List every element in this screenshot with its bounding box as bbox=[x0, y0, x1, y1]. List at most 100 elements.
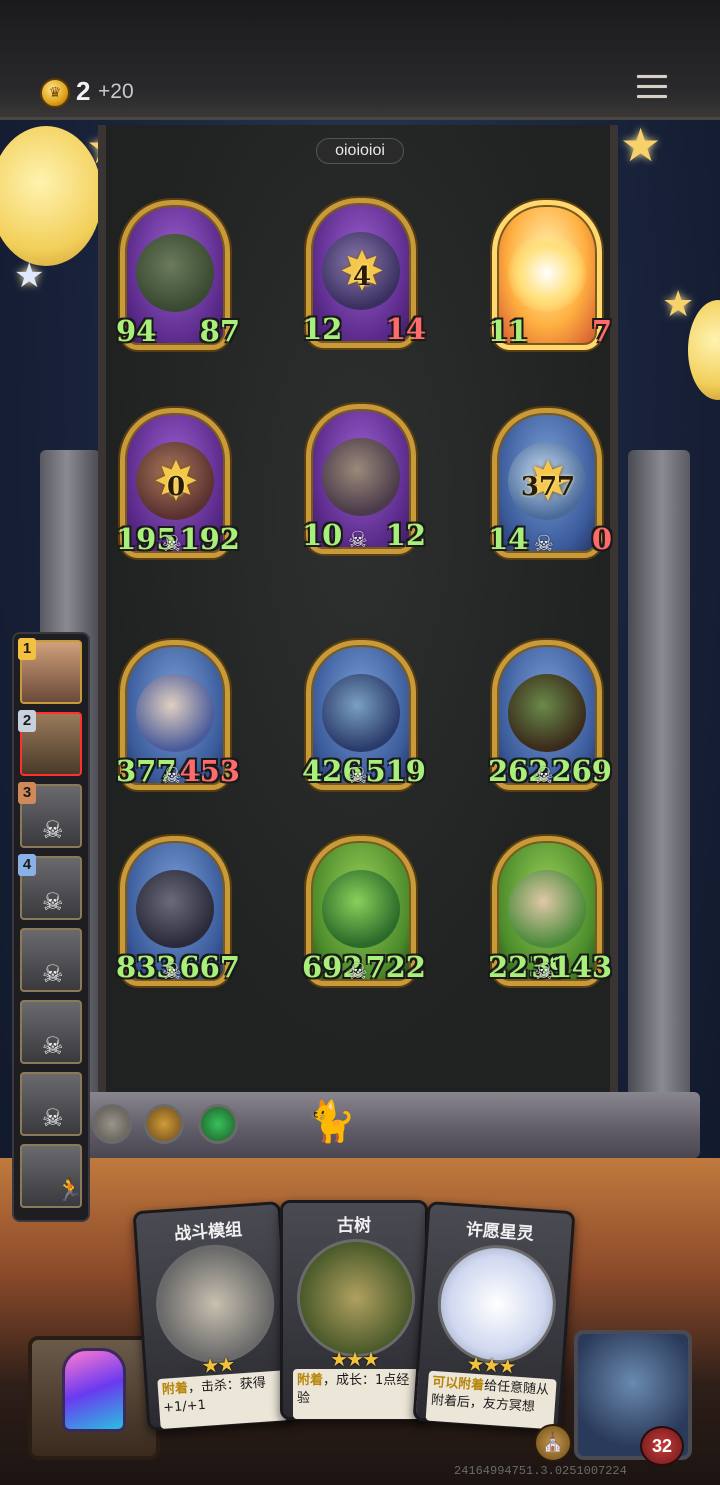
keyword: 附着 bbox=[161, 1381, 189, 1398]
player-slot[interactable]: ☠ bbox=[20, 1000, 82, 1064]
hand-card[interactable]: 古树 ★★★ 附着，成长：1点经验 bbox=[280, 1200, 428, 1420]
crown-coin-icon: ♛ bbox=[40, 78, 70, 108]
unit-portrait bbox=[322, 438, 400, 516]
unit-card-sprout-girl[interactable]: 2239 3143 ☠ bbox=[486, 836, 612, 996]
deathrattle-skull-icon: ☠ bbox=[348, 528, 368, 553]
unit-health: 0 bbox=[591, 522, 612, 556]
hand-card-description: 可以附着给任意随从附着后，友方冥想 bbox=[425, 1370, 557, 1430]
runner-icon: 🏃 bbox=[56, 1178, 84, 1203]
deathrattle-skull-icon: ☠ bbox=[534, 532, 554, 557]
unit-card-dryad[interactable]: 692 722 ☠ bbox=[300, 836, 426, 996]
player-slot[interactable]: 2 bbox=[18, 710, 82, 776]
star-decoration: ★ bbox=[14, 256, 45, 296]
unit-card-zeppelin[interactable]: 10 12 ☠ bbox=[300, 404, 426, 564]
unit-card-wolf-beast[interactable]: ✸ 4 12 14 bbox=[300, 198, 426, 358]
skull-icon: ☠ bbox=[42, 1104, 64, 1132]
deathrattle-skull-icon: ☠ bbox=[348, 764, 368, 789]
build-id: 24164994751.3.0251007224 bbox=[454, 1464, 627, 1478]
green-gem-icon bbox=[198, 1104, 238, 1144]
unit-health: 14 bbox=[385, 312, 426, 346]
unit-card-goblin[interactable]: 262 269 ☠ bbox=[486, 640, 612, 800]
star-decoration: ★ bbox=[662, 284, 695, 325]
unit-health: 269 bbox=[551, 754, 612, 788]
cat-icon: 🐈 bbox=[306, 1099, 356, 1145]
unit-portrait bbox=[508, 674, 586, 752]
hand-card-description: 附着，成长：1点经验 bbox=[293, 1369, 421, 1419]
unit-health: 12 bbox=[385, 518, 426, 552]
unit-portrait bbox=[508, 234, 586, 312]
unit-health: 519 bbox=[365, 754, 426, 788]
star-decoration: ★ bbox=[620, 118, 662, 172]
hand-card-title: 战斗模组 bbox=[173, 1219, 243, 1245]
player-slot[interactable]: ☠ bbox=[20, 928, 82, 992]
hand-card-title: 古树 bbox=[337, 1216, 371, 1236]
coin-count: 2 bbox=[76, 76, 91, 106]
player-rank: 3 bbox=[18, 782, 36, 804]
skull-icon: ☠ bbox=[42, 960, 64, 988]
deathrattle-skull-icon: ☠ bbox=[162, 764, 182, 789]
unit-health: 87 bbox=[199, 314, 240, 348]
gear-token-icon bbox=[92, 1104, 132, 1144]
unit-health: 453 bbox=[179, 754, 240, 788]
unit-counter: 4 bbox=[352, 262, 372, 292]
tier-stars-icon: ★★★ bbox=[330, 1347, 380, 1371]
hand-card-art bbox=[152, 1240, 279, 1367]
deathrattle-skull-icon: ☠ bbox=[348, 960, 368, 985]
keyword: 可以附着 bbox=[431, 1374, 485, 1394]
deathrattle-skull-icon: ☠ bbox=[162, 532, 182, 557]
unit-health: 667 bbox=[179, 950, 240, 984]
unit-attack: 10 bbox=[302, 518, 343, 552]
deathrattle-skull-icon: ☠ bbox=[534, 960, 554, 985]
unit-health: 192 bbox=[179, 522, 240, 556]
hero-health: 32 bbox=[640, 1426, 684, 1466]
hand-card-art bbox=[433, 1241, 560, 1368]
unit-attack: 14 bbox=[488, 522, 529, 556]
unit-counter: 0 bbox=[166, 472, 186, 502]
unit-card-wizard[interactable]: 377 453 ☠ bbox=[114, 640, 240, 800]
unit-portrait bbox=[322, 674, 400, 752]
right-pillar bbox=[628, 450, 690, 1140]
player-rank: 2 bbox=[18, 710, 36, 732]
player-slot[interactable]: ☠ bbox=[20, 1072, 82, 1136]
unit-attack: 12 bbox=[302, 312, 343, 346]
hand-card-description: 附着，击杀：获得+1/+1 bbox=[157, 1370, 289, 1429]
unit-card-spectral-zeppelin[interactable]: ✸ 377 14 0 ☠ bbox=[486, 408, 612, 568]
unit-counter: 377 bbox=[520, 472, 576, 502]
hamburger-menu-icon[interactable] bbox=[636, 74, 670, 108]
unit-portrait bbox=[136, 234, 214, 312]
skull-icon: ☠ bbox=[42, 1032, 64, 1060]
player-slot[interactable]: 3 ☠ bbox=[18, 782, 82, 848]
hand-card[interactable]: 许愿星灵 ★★★ 可以附着给任意随从附着后，友方冥想 bbox=[412, 1201, 576, 1431]
unit-health: 7 bbox=[591, 314, 612, 348]
upgrade-tavern-icon[interactable]: ⛪ bbox=[534, 1424, 572, 1462]
skull-icon: ☠ bbox=[42, 888, 64, 916]
deathrattle-skull-icon: ☠ bbox=[162, 960, 182, 985]
unit-card-dark-bird[interactable]: ✸ 0 195 192 ☠ bbox=[114, 408, 240, 568]
hand-card[interactable]: 战斗模组 ★★ 附着，击杀：获得+1/+1 bbox=[132, 1201, 296, 1431]
player-slot[interactable]: 1 bbox=[18, 638, 82, 704]
hand-card-title: 许愿星灵 bbox=[465, 1219, 535, 1245]
coin-income: +20 bbox=[98, 80, 134, 103]
unit-health: 722 bbox=[365, 950, 426, 984]
hand-card-art bbox=[297, 1239, 415, 1357]
player-slot[interactable]: 🏃 bbox=[20, 1144, 84, 1208]
unit-card-glowing-card[interactable]: 11 7 bbox=[486, 200, 612, 360]
opponent-name: oioioioi bbox=[316, 138, 404, 164]
unit-card-robot[interactable]: 833 667 ☠ bbox=[114, 836, 240, 996]
unit-card-rock-golem[interactable]: 94 87 bbox=[114, 200, 240, 360]
refresh-gem-icon[interactable] bbox=[62, 1348, 126, 1432]
unit-portrait bbox=[136, 870, 214, 948]
skull-icon: ☠ bbox=[42, 816, 64, 844]
deathrattle-skull-icon: ☠ bbox=[534, 764, 554, 789]
unit-attack: 94 bbox=[116, 314, 157, 348]
unit-card-dark-elf[interactable]: 426 519 ☠ bbox=[300, 640, 426, 800]
unit-attack: 11 bbox=[488, 314, 529, 348]
player-rank: 4 bbox=[18, 854, 36, 876]
keyword: 附着 bbox=[297, 1373, 324, 1388]
player-rank: 1 bbox=[18, 638, 36, 660]
player-slot[interactable]: 4 ☠ bbox=[18, 854, 82, 920]
unit-portrait bbox=[136, 674, 214, 752]
gold-ring-icon bbox=[144, 1104, 184, 1144]
unit-portrait bbox=[508, 870, 586, 948]
unit-portrait bbox=[322, 870, 400, 948]
